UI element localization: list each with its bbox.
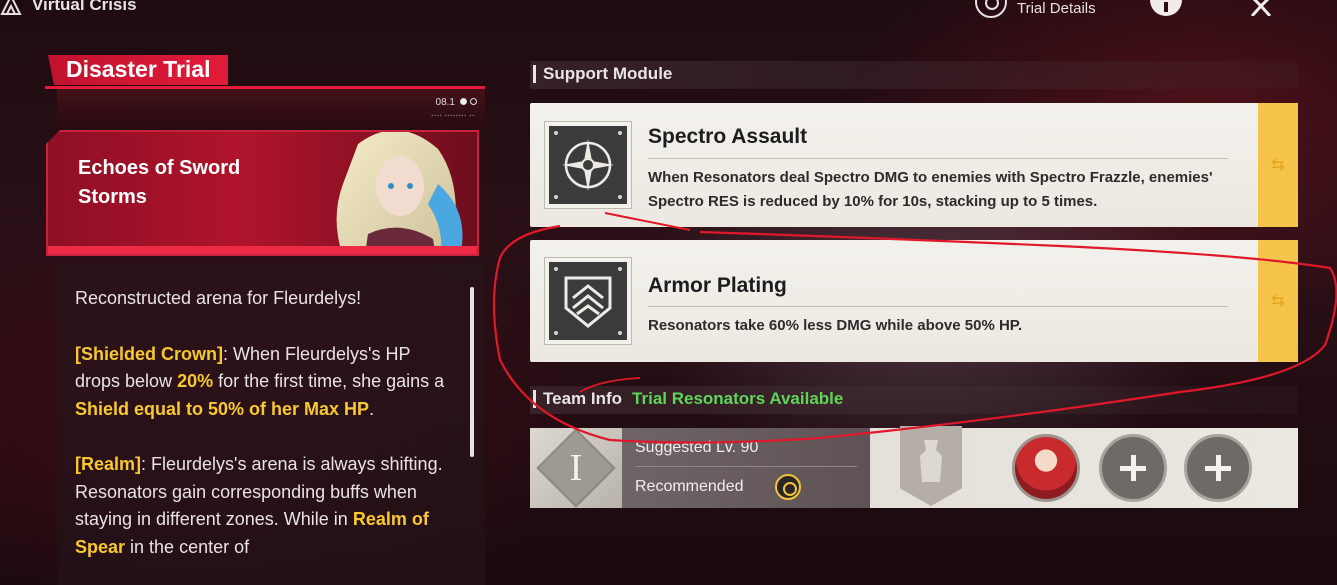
spectro-element-icon: [775, 474, 801, 500]
stage-bar: 08.1 ▪▪▪▪ ▪▪▪▪▪▪▪▪ ▪▪: [57, 89, 485, 129]
suggested-level: Suggested Lv. 90: [635, 439, 759, 456]
team-info-label: Team Info: [543, 389, 623, 408]
resonator-avatar[interactable]: [1012, 434, 1080, 502]
module-icon-frame: [544, 257, 632, 345]
module-title: Armor Plating: [648, 274, 787, 297]
add-resonator-button[interactable]: [1184, 434, 1252, 502]
support-module-label: Support Module: [543, 64, 673, 83]
module-card-armor-plating[interactable]: Armor Plating Resonators take 60% less D…: [530, 240, 1298, 362]
team-info-heading: Team Info Trial Resonators Available: [533, 389, 843, 409]
team-emblem-icon: [900, 426, 962, 506]
module-card-spectro-assault[interactable]: Spectro Assault When Resonators deal Spe…: [530, 103, 1298, 227]
page-dot-active[interactable]: [460, 98, 467, 105]
armor-shield-icon: [549, 262, 627, 340]
module-description: When Resonators deal Spectro DMG to enem…: [648, 169, 1213, 210]
disaster-trial-header: Disaster Trial: [45, 55, 485, 89]
difficulty-tier: I: [530, 428, 622, 508]
trial-banner[interactable]: Echoes of Sword Storms: [46, 130, 479, 256]
keyword-shielded-crown: [Shielded Crown]: [75, 343, 223, 364]
description-shielded-crown: [Shielded Crown]: When Fleurdelys's HP d…: [75, 341, 445, 424]
recommended-label: Recommended: [635, 478, 744, 495]
boss-portrait-image: [336, 132, 463, 254]
module-icon-frame: [544, 121, 632, 209]
banner-accent-bar: [48, 246, 477, 254]
keyword-shield-amount: Shield equal to 50% of her Max HP: [75, 398, 370, 419]
stage-page-number: 08.1: [435, 97, 455, 108]
level-info: Suggested Lv. 90 Recommended: [622, 428, 870, 508]
trial-details-button[interactable]: Trial Details: [975, 0, 1096, 18]
description-text: in the center of: [125, 536, 250, 557]
swap-icon: ⇆: [1271, 293, 1285, 310]
decorative-code-text: ▪▪▪▪ ▪▪▪▪▪▪▪▪ ▪▪: [431, 113, 475, 119]
description-realm: [Realm]: Fleurdelys's arena is always sh…: [75, 451, 445, 561]
add-resonator-button[interactable]: [1099, 434, 1167, 502]
page-indicator[interactable]: [460, 98, 477, 105]
module-description: Resonators take 60% less DMG while above…: [648, 317, 1023, 334]
level-divider: [635, 466, 857, 467]
description-intro: Reconstructed arena for Fleurdelys!: [75, 288, 362, 308]
disaster-trial-title: Disaster Trial: [48, 55, 229, 85]
description-text: .: [369, 398, 375, 419]
swap-module-button[interactable]: ⇆: [1258, 103, 1298, 227]
page-title: Virtual Crisis: [32, 0, 137, 14]
trial-banner-title: Echoes of Sword Storms: [78, 157, 241, 208]
game-logo-icon: [0, 0, 22, 15]
keyword-realm: [Realm]: [75, 454, 142, 474]
description-scrollbar[interactable]: [470, 287, 474, 457]
info-icon[interactable]: [1150, 0, 1182, 16]
module-title: Spectro Assault: [648, 125, 808, 148]
trial-description[interactable]: Reconstructed arena for Fleurdelys! [Shi…: [57, 263, 485, 585]
swap-icon: ⇆: [1271, 157, 1285, 174]
description-text: for the first time, she gains a: [213, 371, 445, 391]
trial-details-label: Trial Details: [1017, 0, 1096, 17]
page-dot[interactable]: [470, 98, 477, 105]
spectro-compass-icon: [549, 126, 627, 204]
support-module-heading: Support Module: [533, 64, 672, 84]
trial-info-panel: Disaster Trial 08.1 ▪▪▪▪ ▪▪▪▪▪▪▪▪ ▪▪ Ech…: [45, 55, 485, 585]
close-icon[interactable]: [1244, 0, 1278, 16]
team-info-row: I Suggested Lv. 90 Recommended: [530, 426, 1298, 508]
keyword-hp-threshold: 20%: [177, 371, 214, 391]
top-bar: Virtual Crisis Trial Details: [0, 0, 1337, 18]
tier-numeral: I: [569, 447, 583, 489]
swap-module-button[interactable]: ⇆: [1258, 240, 1298, 362]
heading-bar: [533, 65, 536, 83]
module-divider: [648, 158, 1228, 159]
module-divider: [648, 306, 1228, 307]
search-icon: [975, 0, 1007, 18]
trial-resonators-available[interactable]: Trial Resonators Available: [632, 389, 843, 409]
heading-bar: [533, 390, 536, 408]
